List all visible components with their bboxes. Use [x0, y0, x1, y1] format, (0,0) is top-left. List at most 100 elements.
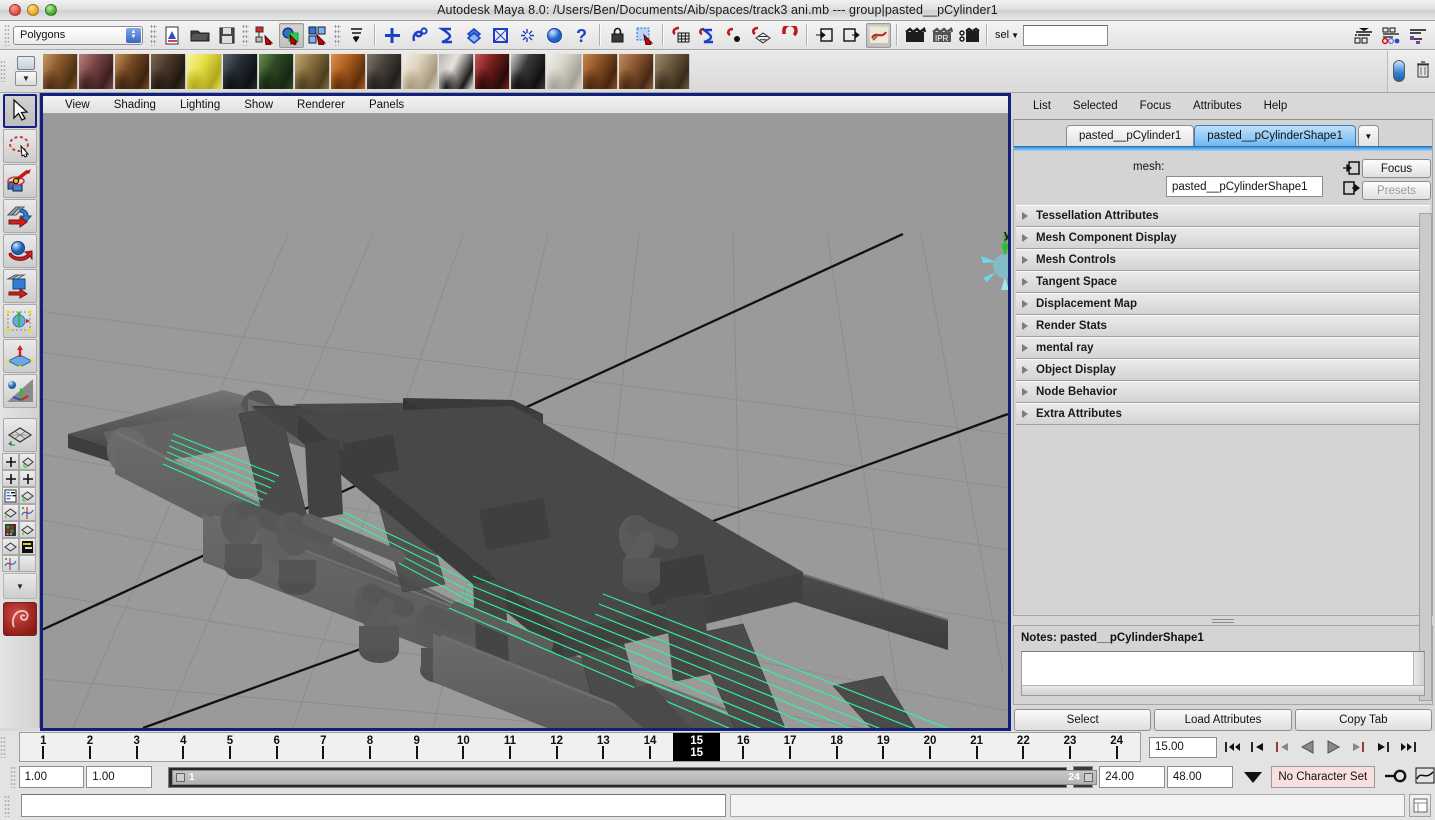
shelf-gripper[interactable] [0, 60, 6, 82]
viewport-menu-view[interactable]: View [65, 99, 90, 111]
persp-dope-sheet-layout[interactable] [2, 538, 19, 555]
command-line-gripper[interactable] [4, 794, 10, 817]
select-tool[interactable] [3, 94, 37, 128]
dope-sheet-layout[interactable] [19, 538, 36, 555]
help-icon[interactable]: ? [569, 23, 594, 48]
step-forward-key-icon[interactable] [1373, 737, 1393, 757]
snap-to-curve-red-icon[interactable] [695, 23, 720, 48]
fur-cream[interactable] [403, 53, 438, 89]
lock-icon[interactable] [605, 23, 630, 48]
snap-point-icon[interactable] [434, 23, 459, 48]
range-slider-handle[interactable]: 1 24 [171, 769, 1097, 785]
snap-view-plane-icon[interactable] [461, 23, 486, 48]
viewport-canvas[interactable]: y x y x z persp [43, 114, 1008, 728]
fur-white-black[interactable] [439, 53, 474, 89]
tab-pasted-pcylinder1[interactable]: pasted__pCylinder1 [1066, 125, 1195, 146]
lasso-select-tool[interactable] [3, 129, 37, 163]
paint-select-tool[interactable] [3, 164, 37, 198]
time-slider-gripper[interactable] [0, 736, 6, 758]
step-back-key-icon[interactable] [1248, 737, 1268, 757]
persp-pane2-icon[interactable] [19, 521, 36, 538]
step-forward-frame-icon[interactable] [1348, 737, 1368, 757]
command-input-field[interactable] [21, 794, 726, 817]
snap-to-plane-red-icon[interactable] [749, 23, 774, 48]
two-pane-stacked-layout[interactable] [19, 470, 36, 487]
snap-construction-plane-icon[interactable] [488, 23, 513, 48]
fur-pale[interactable] [547, 53, 582, 89]
fur-green-grass[interactable] [259, 53, 294, 89]
soft-modification-tool[interactable] [3, 339, 37, 373]
fur-auburn[interactable] [619, 53, 654, 89]
fur-brown-1[interactable] [43, 53, 78, 89]
output-connection-icon[interactable] [839, 23, 864, 48]
universal-manipulator-tool[interactable] [3, 304, 37, 338]
step-back-frame-icon[interactable] [1273, 737, 1293, 757]
section-mental-ray[interactable]: mental ray [1016, 337, 1430, 359]
make-live-icon[interactable] [515, 23, 540, 48]
playback-end-time-field[interactable]: 24.00 [1099, 766, 1165, 788]
persp-pane3-icon[interactable] [19, 555, 36, 572]
four-view-layout[interactable] [2, 453, 19, 470]
range-end-handle[interactable] [1083, 772, 1093, 782]
play-backwards-icon[interactable] [1298, 737, 1318, 757]
chevron-down-icon[interactable]: ▼ [15, 71, 37, 86]
last-tool-used[interactable] [3, 374, 37, 408]
fur-spiky-red[interactable] [475, 53, 510, 89]
presets-button[interactable]: Presets [1362, 181, 1431, 200]
selection-mode-dropdown[interactable]: sel ▼ [995, 29, 1019, 41]
blend-shape-layout[interactable] [2, 555, 19, 572]
fur-orange[interactable] [331, 53, 366, 89]
snap-grid-icon[interactable] [380, 23, 405, 48]
fur-copper[interactable] [583, 53, 618, 89]
section-render-stats[interactable]: Render Stats [1016, 315, 1430, 337]
notes-textarea[interactable] [1021, 651, 1425, 696]
tab-pasted-pcylindershape1[interactable]: pasted__pCylinderShape1 [1194, 125, 1356, 146]
viewport-menu-show[interactable]: Show [244, 99, 273, 111]
construction-history-toggle-icon[interactable] [866, 22, 891, 48]
select-button[interactable]: Select [1014, 709, 1152, 731]
go-to-end-icon[interactable] [1398, 737, 1418, 757]
select-object-icon[interactable] [279, 22, 304, 48]
layout-dropdown[interactable]: ▼ [3, 573, 37, 599]
ae-menu-focus[interactable]: Focus [1140, 100, 1171, 112]
viewport-menu-panels[interactable]: Panels [369, 99, 404, 111]
section-object-display[interactable]: Object Display [1016, 359, 1430, 381]
show-hide-tool-settings-icon[interactable] [1378, 23, 1403, 48]
rotate-tool[interactable] [3, 234, 37, 268]
render-globals-icon[interactable] [956, 23, 981, 48]
snap-to-grid-red-icon[interactable] [668, 23, 693, 48]
construction-history-icon[interactable] [542, 23, 567, 48]
snap-to-point-red-icon[interactable] [722, 23, 747, 48]
hypershade-persp-layout[interactable] [2, 521, 19, 538]
magnet-icon[interactable] [776, 23, 801, 48]
fur-yellow[interactable] [187, 53, 222, 89]
quick-selection-field[interactable] [1022, 24, 1108, 46]
stepper-arrows-icon[interactable]: ▲ ▼ [126, 27, 141, 43]
fur-chestnut[interactable] [115, 53, 150, 89]
load-output-icon[interactable] [1342, 180, 1360, 196]
new-scene-icon[interactable] [160, 23, 185, 48]
fur-tan[interactable] [295, 53, 330, 89]
toolbar-gripper[interactable] [4, 24, 10, 46]
section-extra-attributes[interactable]: Extra Attributes [1016, 403, 1430, 425]
two-pane-layout[interactable] [2, 470, 19, 487]
range-slider-gripper[interactable] [10, 766, 16, 788]
go-to-start-icon[interactable] [1223, 737, 1243, 757]
viewport-menu-renderer[interactable]: Renderer [297, 99, 345, 111]
graph-editor-layout[interactable] [19, 504, 36, 521]
triangle-down-icon[interactable] [1243, 771, 1262, 783]
section-tangent-space[interactable]: Tangent Space [1016, 271, 1430, 293]
attribute-editor-scrollbar[interactable] [1419, 213, 1432, 701]
viewport-menu-lighting[interactable]: Lighting [180, 99, 220, 111]
move-tool[interactable] [3, 199, 37, 233]
range-slider-control[interactable]: 1 24 [167, 766, 1097, 788]
ae-menu-attributes[interactable]: Attributes [1193, 100, 1242, 112]
load-input-icon[interactable] [1342, 160, 1360, 176]
character-set-field[interactable]: No Character Set [1270, 766, 1375, 788]
fur-black-white[interactable] [511, 53, 546, 89]
animation-end-time-field[interactable]: 48.00 [1166, 766, 1233, 788]
input-connection-icon[interactable] [812, 23, 837, 48]
fur-dark-grey[interactable] [367, 53, 402, 89]
persp-graph-layout[interactable] [2, 504, 19, 521]
time-slider-track[interactable]: 1 2 3 4 5 6 7 8 9 10 11 12 13 14 15 15 16 17 18 19 20 21 22 23 2… [19, 732, 1141, 762]
